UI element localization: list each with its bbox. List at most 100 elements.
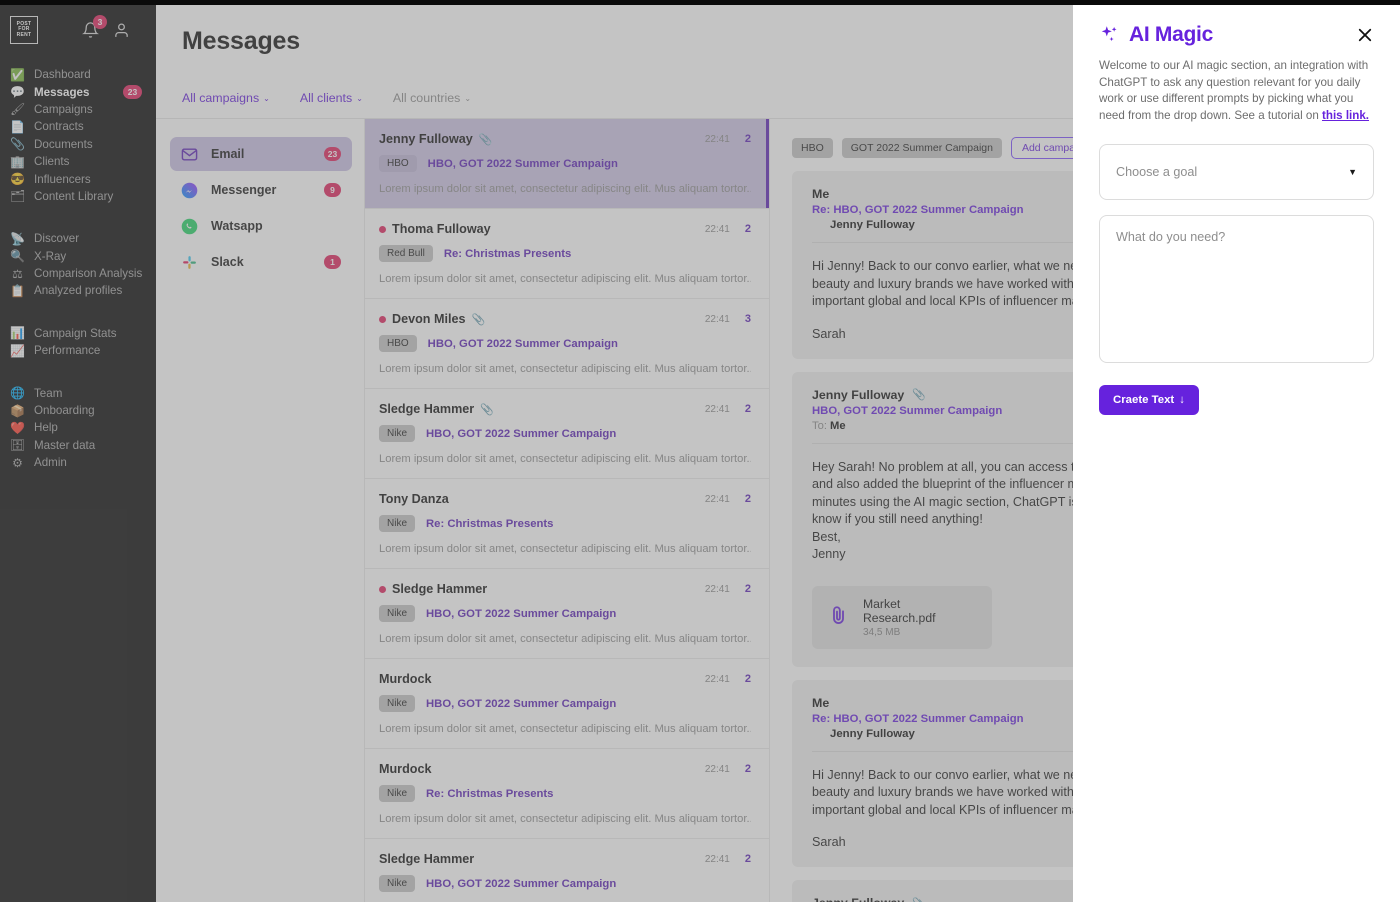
message-list-item[interactable]: Sledge Hammer 22:41 2 Nike HBO, GOT 2022 Sum… <box>365 569 769 659</box>
sidebar-item-x-ray[interactable]: 🔍 X-Ray <box>0 248 156 265</box>
sidebar-item-icon: 📋 <box>10 283 25 298</box>
channel-item-messenger[interactable]: Messenger 9 <box>170 173 352 207</box>
notifications-button[interactable]: 3 <box>82 14 107 40</box>
sidebar-item-campaigns[interactable]: 🖌 Campaigns <box>0 101 156 118</box>
message-sender: Sledge Hammer <box>379 402 475 416</box>
unread-dot-icon <box>379 225 386 233</box>
sidebar-item-icon: 📦 <box>10 403 25 418</box>
message-subject[interactable]: Re: Christmas Presents <box>426 788 553 800</box>
sidebar-item-clients[interactable]: 🏢 Clients <box>0 153 156 170</box>
message-list-item[interactable]: Devon Miles 📎 22:41 3 HBO HBO, GOT 2022 Summe… <box>365 299 769 389</box>
create-text-button[interactable]: Craete Text ↓ <box>1099 385 1199 415</box>
message-list-item[interactable]: Sledge Hammer 22:41 2 Nike HBO, GOT 2022 Sum… <box>365 839 769 902</box>
messenger-icon <box>181 182 198 198</box>
message-sender: Thoma Fulloway <box>392 222 491 236</box>
sidebar-item-admin[interactable]: ⚙ Admin <box>0 454 156 471</box>
message-sender: Tony Danza <box>379 492 449 506</box>
message-time: 22:41 <box>704 853 730 865</box>
prompt-input[interactable] <box>1099 215 1374 363</box>
message-subject[interactable]: HBO, GOT 2022 Summer Campaign <box>426 428 616 440</box>
channel-label: Watsapp <box>211 219 263 233</box>
channel-item-watsapp[interactable]: Watsapp <box>170 209 352 243</box>
message-subject[interactable]: HBO, GOT 2022 Summer Campaign <box>426 878 616 890</box>
sidebar-item-content-library[interactable]: 🗂 Content Library <box>0 188 156 205</box>
message-time: 22:41 <box>704 583 730 595</box>
message-subject[interactable]: HBO, GOT 2022 Summer Campaign <box>426 698 616 710</box>
sidebar-nav-groups: ✅ Dashboard 💬 Messages 23 🖌 Campaigns 📄 Contract… <box>0 66 156 471</box>
sidebar-item-icon: 🗂 <box>10 189 26 204</box>
message-list-item[interactable]: Murdock 22:41 2 Nike HBO, GOT 2022 Summer Ca… <box>365 659 769 749</box>
unread-dot-icon <box>379 585 386 593</box>
message-sender: Jenny Fulloway <box>379 132 473 146</box>
message-count: 2 <box>744 583 751 595</box>
message-list-item[interactable]: Tony Danza 22:41 2 Nike Re: Christmas Presen… <box>365 479 769 569</box>
close-icon[interactable] <box>1356 26 1374 44</box>
message-list[interactable]: Jenny Fulloway 📎 22:41 2 HBO HBO, GOT 2022 Su… <box>364 119 770 902</box>
app-logo[interactable]: POST FOR RENT <box>10 16 38 44</box>
filter-all-clients[interactable]: All clients ⌄ <box>300 91 363 105</box>
sidebar-item-label: Team <box>34 386 63 400</box>
message-subject[interactable]: Re: Christmas Presents <box>444 248 571 260</box>
message-list-item[interactable]: Jenny Fulloway 📎 22:41 2 HBO HBO, GOT 2022 Su… <box>365 119 769 209</box>
attachment-card[interactable]: Market Research.pdf 34,5 MB <box>812 585 992 649</box>
chevron-down-icon: ⌄ <box>356 94 363 103</box>
sidebar-item-badge: 23 <box>123 85 142 100</box>
sidebar-item-label: X-Ray <box>34 249 67 263</box>
user-icon[interactable] <box>113 22 130 39</box>
message-meta-row: Nike HBO, GOT 2022 Summer Campaign <box>379 425 751 442</box>
sidebar-item-onboarding[interactable]: 📦 Onboarding <box>0 402 156 419</box>
message-meta-row: Nike Re: Christmas Presents <box>379 785 751 802</box>
message-meta-row: Nike HBO, GOT 2022 Summer Campaign <box>379 695 751 712</box>
sidebar-item-icon: 🌐 <box>10 386 25 401</box>
filter-all-campaigns[interactable]: All campaigns ⌄ <box>182 91 270 105</box>
sidebar-item-label: Influencers <box>34 172 91 186</box>
message-subject[interactable]: HBO, GOT 2022 Summer Campaign <box>428 338 618 350</box>
sidebar-item-label: Dashboard <box>34 68 91 82</box>
channel-item-slack[interactable]: Slack 1 <box>170 245 352 279</box>
top-dark-strip <box>0 0 1400 5</box>
message-sender: Sledge Hammer <box>379 852 475 866</box>
message-list-item[interactable]: Murdock 22:41 2 Nike Re: Christmas Presents L… <box>365 749 769 839</box>
sidebar-item-performance[interactable]: 📈 Performance <box>0 342 156 359</box>
sidebar-item-label: Documents <box>34 137 93 151</box>
filter-label: All campaigns <box>182 91 260 105</box>
sparkles-icon <box>1101 26 1117 42</box>
message-subject[interactable]: HBO, GOT 2022 Summer Campaign <box>426 608 616 620</box>
message-meta-row: Nike Re: Christmas Presents <box>379 515 751 532</box>
sidebar-item-master-data[interactable]: 🗄 Master data <box>0 437 156 454</box>
attachment-size: 34,5 MB <box>863 626 901 638</box>
sidebar-item-dashboard[interactable]: ✅ Dashboard <box>0 66 156 83</box>
sidebar-item-discover[interactable]: 📡 Discover <box>0 230 156 247</box>
sidebar-item-analyzed-profiles[interactable]: 📋 Analyzed profiles <box>0 282 156 299</box>
sidebar-item-contracts[interactable]: 📄 Contracts <box>0 118 156 135</box>
message-preview: Lorem ipsum dolor sit amet, consectetur … <box>379 363 751 375</box>
paperclip-icon <box>828 603 848 632</box>
message-meta-row: Nike HBO, GOT 2022 Summer Campaign <box>379 875 751 892</box>
sidebar-item-messages[interactable]: 💬 Messages 23 <box>0 83 156 100</box>
sidebar-item-comparison-analysis[interactable]: ⚖ Comparison Analysis <box>0 265 156 282</box>
message-sender: Sledge Hammer <box>392 582 488 596</box>
message-header-row: Jenny Fulloway 📎 22:41 2 <box>379 132 751 146</box>
sidebar-item-influencers[interactable]: 😎 Influencers <box>0 170 156 187</box>
message-preview: Lorem ipsum dolor sit amet, consectetur … <box>379 273 751 285</box>
filter-label: All clients <box>299 91 353 105</box>
message-sender: Devon Miles <box>392 312 466 326</box>
sidebar-item-help[interactable]: ❤️ Help <box>0 419 156 436</box>
sidebar-item-documents[interactable]: 📎 Documents <box>0 136 156 153</box>
message-subject[interactable]: Re: Christmas Presents <box>426 518 553 530</box>
message-subject[interactable]: HBO, GOT 2022 Summer Campaign <box>428 158 618 170</box>
sidebar-item-team[interactable]: 🌐 Team <box>0 384 156 401</box>
goal-select[interactable]: Choose a goal ▼ <box>1099 144 1374 200</box>
sidebar-item-campaign-stats[interactable]: 📊 Campaign Stats <box>0 325 156 342</box>
message-list-item[interactable]: Thoma Fulloway 22:41 2 Red Bull Re: Christma… <box>365 209 769 299</box>
sidebar-item-icon: 📈 <box>10 343 25 358</box>
brand-tag: HBO <box>379 155 417 172</box>
attachment-name: Market Research.pdf <box>863 596 936 625</box>
channel-icon <box>181 254 198 271</box>
ai-tutorial-link[interactable]: this link. <box>1322 109 1369 122</box>
filter-all-countries[interactable]: All countries ⌄ <box>393 91 471 105</box>
sidebar-group-spacer <box>0 359 156 378</box>
message-list-item[interactable]: Sledge Hammer 📎 22:41 2 Nike HBO, GOT 2022 Su… <box>365 389 769 479</box>
sidebar-item-icon: 🏢 <box>10 154 25 169</box>
channel-item-email[interactable]: Email 23 <box>170 137 352 171</box>
